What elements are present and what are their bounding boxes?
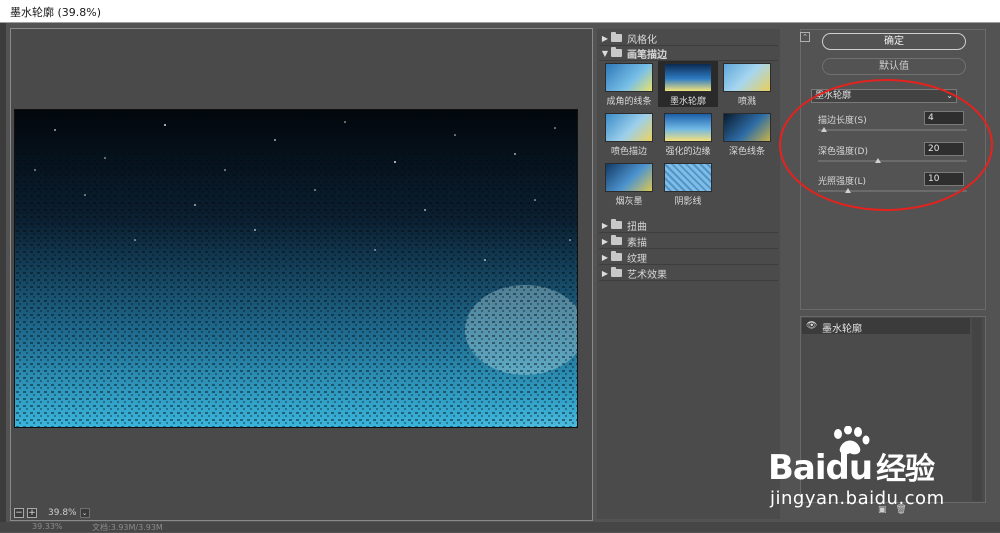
preview-image bbox=[15, 110, 577, 427]
filter-thumb-image bbox=[664, 163, 712, 192]
category-artistic[interactable]: ▶ 艺术效果 bbox=[599, 266, 778, 281]
title-bar: 墨水轮廓 (39.8%) bbox=[0, 0, 1000, 23]
zoom-value: 39.8% bbox=[48, 508, 77, 518]
filter-thumb-image bbox=[664, 63, 712, 92]
filter-thumb-image bbox=[605, 63, 653, 92]
filter-thumb-dark-strokes[interactable]: 深色线条 bbox=[717, 111, 777, 157]
filter-thumb-label: 强化的边缘 bbox=[665, 147, 711, 157]
expand-arrow-icon: ▶ bbox=[601, 33, 609, 43]
brand-part-a: Bai bbox=[768, 448, 827, 488]
filter-thumb-angled-strokes[interactable]: 成角的线条 bbox=[599, 61, 659, 107]
category-texture[interactable]: ▶ 纹理 bbox=[599, 250, 778, 265]
preview-canvas[interactable] bbox=[14, 109, 578, 428]
filter-thumb-image bbox=[605, 113, 653, 142]
zoom-dropdown[interactable]: ⌄ bbox=[79, 508, 90, 518]
filter-thumb-image bbox=[605, 163, 653, 192]
category-label: 艺术效果 bbox=[627, 269, 667, 281]
category-brush-strokes[interactable]: ▼ 画笔描边 bbox=[599, 46, 778, 61]
zoom-out-button[interactable]: − bbox=[14, 508, 24, 518]
highlight-ellipse bbox=[779, 79, 993, 211]
category-sketch[interactable]: ▶ 素描 bbox=[599, 234, 778, 249]
folder-icon bbox=[611, 47, 622, 57]
expand-arrow-icon: ▶ bbox=[601, 252, 609, 262]
left-strip bbox=[0, 23, 6, 532]
ok-button[interactable]: 确定 bbox=[822, 33, 966, 50]
filter-thumb-label: 喷色描边 bbox=[610, 147, 647, 157]
filter-thumb-image bbox=[664, 113, 712, 142]
category-label: 素描 bbox=[627, 237, 647, 249]
filter-thumb-crosshatch[interactable]: 阴影线 bbox=[658, 161, 718, 207]
filter-thumb-spatter[interactable]: 喷溅 bbox=[717, 61, 777, 107]
expand-arrow-icon: ▶ bbox=[601, 220, 609, 230]
category-distort[interactable]: ▶ 扭曲 bbox=[599, 218, 778, 233]
status-bar: 39.33% 文档:3.93M/3.93M bbox=[0, 522, 1000, 532]
filter-thumb-label: 喷溅 bbox=[737, 97, 756, 107]
status-doc-size: 文档:3.93M/3.93M bbox=[92, 523, 163, 532]
filter-thumb-label: 成角的线条 bbox=[606, 97, 652, 107]
filter-thumb-image bbox=[723, 113, 771, 142]
filter-thumb-label: 深色线条 bbox=[728, 147, 765, 157]
folder-icon bbox=[611, 251, 622, 261]
filter-thumb-ink-outlines[interactable]: 墨水轮廓 bbox=[658, 61, 718, 107]
folder-icon bbox=[611, 235, 622, 245]
category-label: 画笔描边 bbox=[627, 49, 667, 61]
baidu-logo-text: Baidu 经验 bbox=[768, 444, 935, 488]
watermark-url: jingyan.baidu.com bbox=[770, 488, 945, 509]
filter-thumb-image bbox=[723, 63, 771, 92]
brand-cn: 经验 bbox=[876, 452, 935, 487]
zoom-in-button[interactable]: + bbox=[27, 508, 37, 518]
collapse-gallery-button[interactable]: ⌃ bbox=[800, 32, 810, 42]
folder-icon bbox=[611, 267, 622, 277]
eye-icon[interactable]: 👁 bbox=[806, 321, 817, 331]
brand-part-b: du bbox=[825, 448, 874, 488]
folder-icon bbox=[611, 219, 622, 229]
effect-layer-label: 墨水轮廓 bbox=[822, 324, 862, 335]
filter-thumb-label: 烟灰墨 bbox=[615, 197, 643, 207]
window-title: 墨水轮廓 (39.8%) bbox=[10, 6, 102, 19]
filter-gallery: ▶ 风格化 ▼ 画笔描边 成角的线条 墨水轮廓 喷溅 喷色描边 强化的边缘 深色… bbox=[597, 29, 780, 519]
expand-arrow-icon: ▶ bbox=[601, 268, 609, 278]
baidu-watermark: Baidu 经验 jingyan.baidu.com bbox=[768, 426, 998, 521]
filter-thumb-accented-edges[interactable]: 强化的边缘 bbox=[658, 111, 718, 157]
filter-thumb-sprayed-strokes[interactable]: 喷色描边 bbox=[599, 111, 659, 157]
category-stylize[interactable]: ▶ 风格化 bbox=[599, 31, 778, 46]
filter-thumb-label: 阴影线 bbox=[674, 197, 702, 207]
filter-thumb-sumi-e[interactable]: 烟灰墨 bbox=[599, 161, 659, 207]
default-button[interactable]: 默认值 bbox=[822, 58, 966, 75]
folder-icon bbox=[611, 32, 622, 42]
expand-arrow-icon: ▶ bbox=[601, 236, 609, 246]
category-label: 扭曲 bbox=[627, 221, 647, 233]
filter-thumb-label: 墨水轮廓 bbox=[669, 97, 706, 107]
category-label: 纹理 bbox=[627, 253, 647, 265]
collapse-arrow-icon: ▼ bbox=[601, 48, 609, 58]
status-zoom: 39.33% bbox=[32, 522, 63, 531]
zoom-bar: − + 39.8% ⌄ bbox=[14, 506, 90, 520]
effect-layer-row[interactable]: 👁 墨水轮廓 bbox=[802, 318, 970, 335]
category-label: 风格化 bbox=[627, 34, 657, 46]
